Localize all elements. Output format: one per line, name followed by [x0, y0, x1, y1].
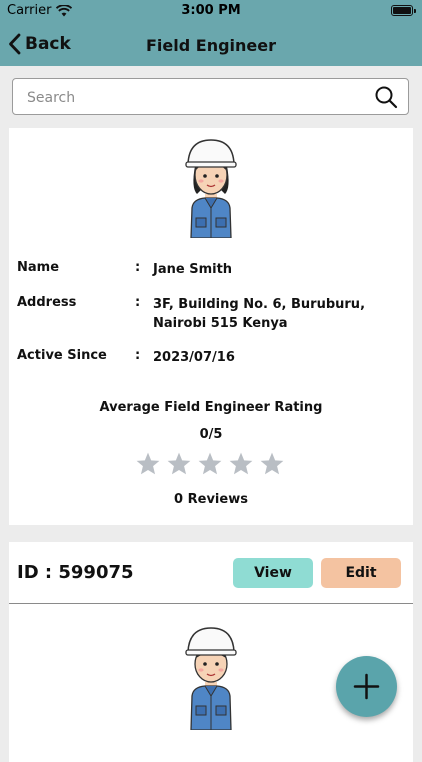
engineer-profile-card: Name : Jane Smith Address : 3F, Building… [9, 128, 413, 525]
search-bar [12, 78, 409, 116]
star-icon [198, 452, 222, 475]
navigation-header: Carrier 3:00 PM Back Field Engineer [0, 0, 422, 66]
engineer-list-card: ID : 599075 View Edit [9, 542, 413, 762]
star-icon [167, 452, 191, 475]
battery-icon [391, 5, 416, 16]
search-input[interactable] [25, 79, 369, 116]
rating-title: Average Field Engineer Rating [99, 400, 323, 415]
active-since-colon: : [135, 348, 141, 363]
search-icon[interactable] [374, 85, 398, 109]
engineer-avatar-icon [185, 139, 237, 238]
status-time: 3:00 PM [181, 3, 241, 18]
star-icon [229, 452, 253, 475]
address-value: 3F, Building No. 6, Buruburu, Nairobi 51… [153, 297, 366, 331]
star-icon [260, 452, 284, 475]
address-label: Address [17, 295, 77, 310]
name-label: Name [17, 260, 60, 275]
rating-stars [135, 451, 285, 477]
reviews-count: 0 Reviews [174, 492, 248, 507]
status-bar: Carrier 3:00 PM [0, 0, 422, 22]
name-value: Jane Smith [153, 262, 233, 277]
address-colon: : [135, 295, 141, 310]
active-since-value: 2023/07/16 [153, 350, 235, 365]
engineer-id: ID : 599075 [17, 562, 134, 583]
view-button[interactable]: View [233, 558, 313, 588]
active-since-label: Active Since [17, 348, 107, 363]
add-engineer-button[interactable] [336, 656, 397, 717]
engineer-avatar-icon [185, 627, 237, 730]
plus-icon [353, 673, 380, 700]
edit-button[interactable]: Edit [321, 558, 401, 588]
page-title: Field Engineer [145, 36, 276, 55]
name-colon: : [135, 260, 141, 275]
rating-value: 0/5 [199, 427, 223, 442]
card-divider [9, 603, 413, 604]
star-icon [136, 452, 160, 475]
